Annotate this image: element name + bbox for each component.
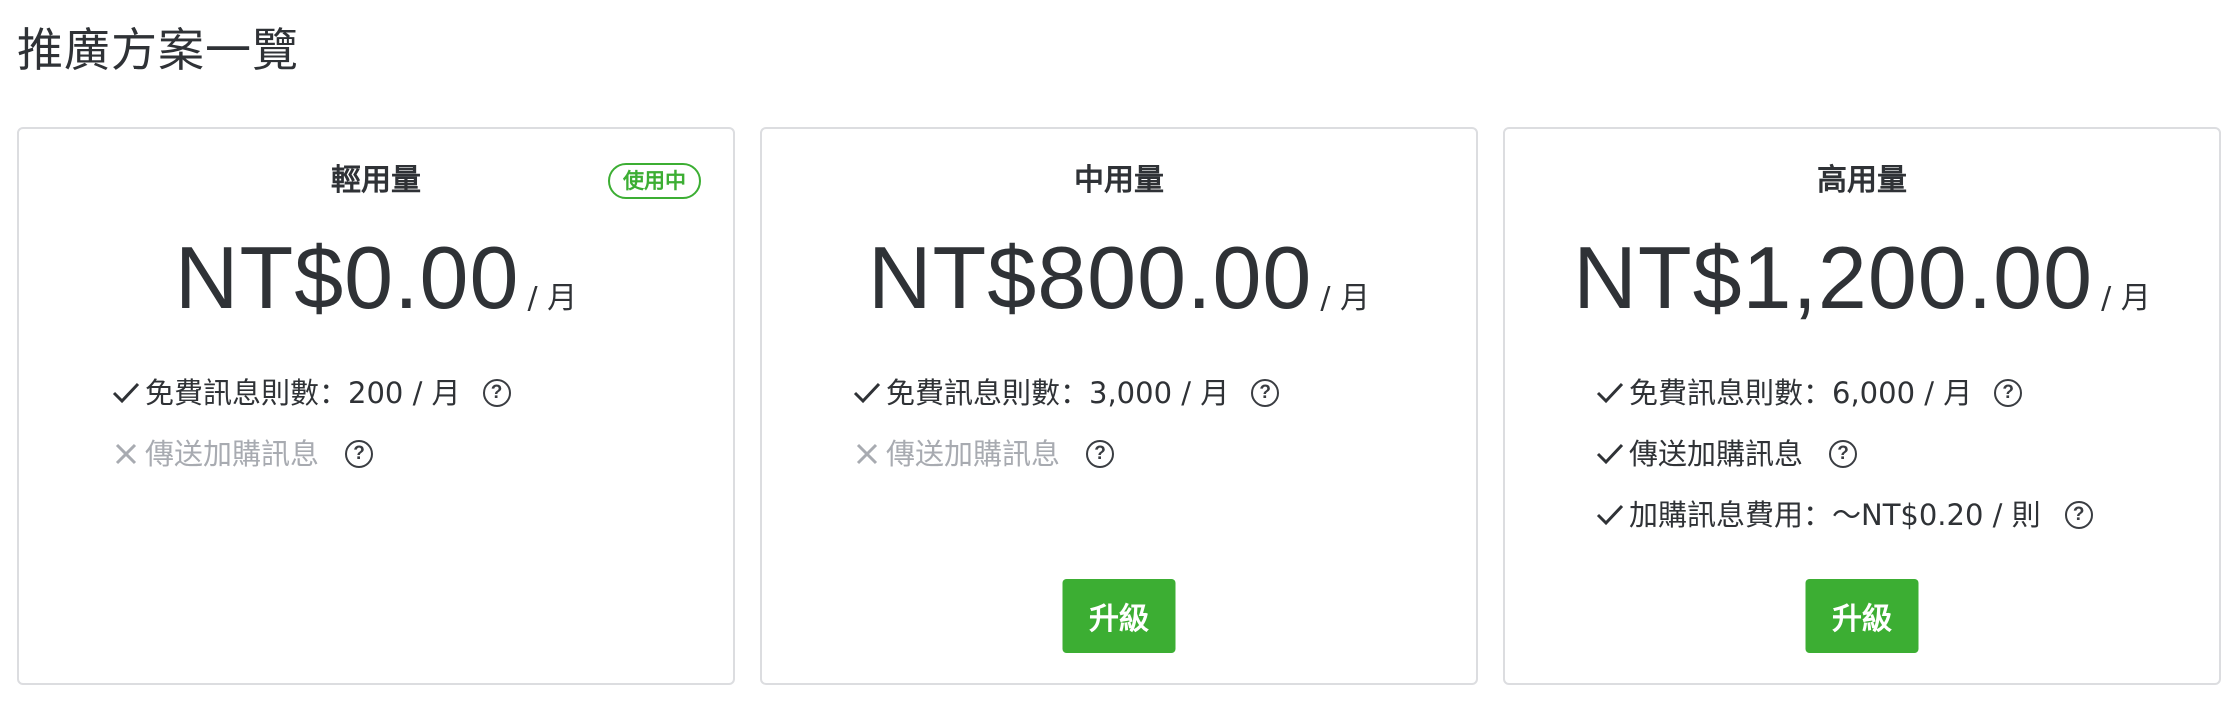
status-badge: 使用中 — [608, 163, 701, 199]
price-row: NT$800.00/ 月 — [762, 223, 1476, 333]
feature-label: 傳送加購訊息 — [145, 437, 320, 471]
feature-label: 免費訊息則數：200 / 月 — [145, 376, 461, 410]
feature-label: 免費訊息則數：6,000 / 月 — [1629, 376, 1973, 410]
plan-price: NT$1,200.00 — [1573, 228, 2094, 327]
check-icon — [1596, 504, 1624, 526]
plan-list: 輕用量 使用中 NT$0.00/ 月 免費訊息則數：200 / 月 ? 傳送加購… — [17, 127, 2221, 687]
plan-name: 高用量 — [1817, 163, 1907, 198]
plan-card-heavy: 高用量 NT$1,200.00/ 月 免費訊息則數：6,000 / 月 ? 傳送… — [1503, 127, 2221, 685]
feature-item: 傳送加購訊息 ? — [1593, 434, 1858, 474]
price-period: / 月 — [2101, 281, 2151, 316]
question-circle-icon[interactable]: ? — [1086, 440, 1115, 468]
upgrade-button[interactable]: 升級 — [1062, 579, 1176, 653]
feature-item: 免費訊息則數：6,000 / 月 ? — [1593, 373, 2023, 413]
check-icon — [1596, 382, 1624, 404]
question-circle-icon[interactable]: ? — [1251, 379, 1280, 407]
check-icon — [112, 382, 140, 404]
feature-item: 免費訊息則數：3,000 / 月 ? — [850, 373, 1280, 413]
price-row: NT$1,200.00/ 月 — [1505, 223, 2219, 333]
plan-price: NT$800.00 — [867, 228, 1313, 327]
feature-item-disabled: 傳送加購訊息 ? — [850, 434, 1115, 474]
feature-item-disabled: 傳送加購訊息 ? — [109, 434, 374, 474]
question-circle-icon[interactable]: ? — [1994, 379, 2023, 407]
feature-label: 免費訊息則數：3,000 / 月 — [886, 376, 1230, 410]
page-title: 推廣方案一覽 — [17, 23, 299, 77]
plan-card-medium: 中用量 NT$800.00/ 月 免費訊息則數：3,000 / 月 ? 傳送加購… — [760, 127, 1478, 685]
price-period: / 月 — [527, 281, 578, 316]
cross-icon — [115, 443, 137, 465]
cross-icon — [856, 443, 878, 465]
price-row: NT$0.00/ 月 — [19, 223, 733, 333]
question-circle-icon[interactable]: ? — [345, 440, 374, 468]
question-circle-icon[interactable]: ? — [482, 379, 511, 407]
question-circle-icon[interactable]: ? — [2064, 501, 2093, 529]
question-circle-icon[interactable]: ? — [1829, 440, 1858, 468]
plan-price: NT$0.00 — [174, 228, 520, 327]
check-icon — [853, 382, 881, 404]
plan-name: 中用量 — [1074, 163, 1164, 198]
check-icon — [1596, 443, 1624, 465]
feature-item: 免費訊息則數：200 / 月 ? — [109, 373, 511, 413]
upgrade-button[interactable]: 升級 — [1805, 579, 1919, 653]
plan-card-light: 輕用量 使用中 NT$0.00/ 月 免費訊息則數：200 / 月 ? 傳送加購… — [17, 127, 735, 685]
price-period: / 月 — [1320, 281, 1371, 316]
feature-label: 加購訊息費用：～NT$0.20 / 則 — [1629, 498, 2041, 532]
feature-label: 傳送加購訊息 — [1629, 437, 1804, 471]
feature-label: 傳送加購訊息 — [886, 437, 1061, 471]
feature-item: 加購訊息費用：～NT$0.20 / 則 ? — [1593, 495, 2093, 535]
